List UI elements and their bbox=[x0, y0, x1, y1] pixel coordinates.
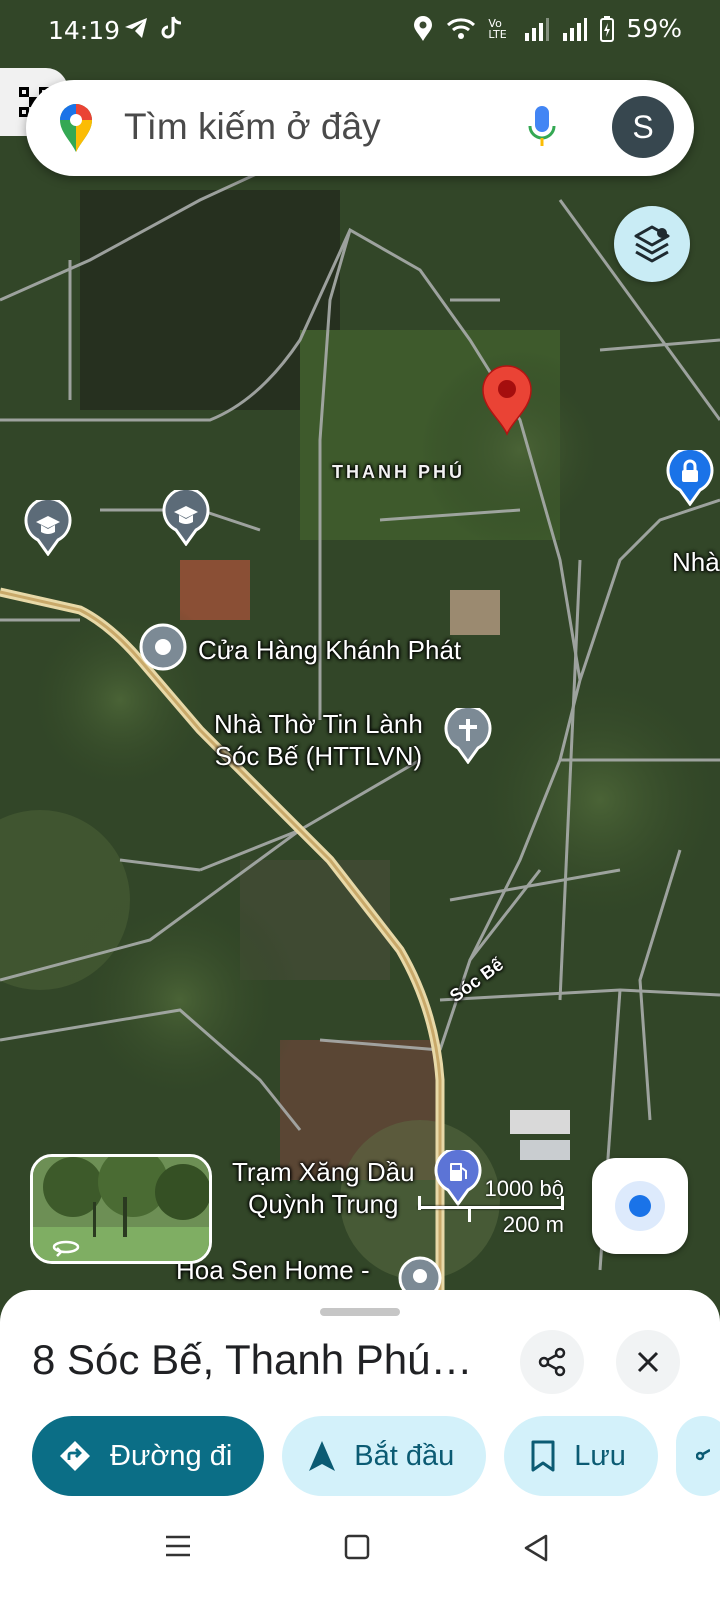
place-pin-icon[interactable] bbox=[396, 1254, 444, 1294]
poi-label-edge[interactable]: Nhà bbox=[672, 546, 720, 578]
search-bar[interactable]: Tìm kiếm ở đây S bbox=[26, 80, 694, 176]
wifi-icon bbox=[447, 17, 476, 39]
close-button[interactable] bbox=[616, 1330, 680, 1394]
status-time: 14:19 bbox=[48, 16, 121, 45]
tiktok-icon bbox=[161, 16, 182, 39]
poi-label-church[interactable]: Nhà Thờ Tin Lành Sóc Bế (HTTLVN) bbox=[214, 708, 423, 772]
location-icon bbox=[414, 15, 433, 41]
scale-tick bbox=[418, 1196, 421, 1210]
battery-icon bbox=[600, 15, 615, 42]
scale-meters-label: 200 m bbox=[502, 1212, 564, 1237]
status-notification-icons bbox=[122, 14, 184, 42]
navigation-arrow-icon bbox=[309, 1441, 336, 1471]
status-system-icons: Vo LTE 59% bbox=[412, 14, 682, 43]
directions-button[interactable]: Đường đi bbox=[32, 1416, 265, 1496]
share-icon bbox=[538, 1347, 566, 1377]
action-chips: Đường đi Bắt đầu Lưu bbox=[32, 1416, 720, 1496]
layers-icon bbox=[634, 225, 670, 263]
directions-label: Đường đi bbox=[110, 1439, 233, 1472]
recents-menu-icon[interactable] bbox=[164, 1534, 192, 1558]
google-maps-logo-icon bbox=[60, 104, 92, 152]
school-icon[interactable] bbox=[24, 500, 72, 556]
share-icon bbox=[695, 1448, 710, 1461]
church-icon[interactable] bbox=[444, 708, 492, 764]
street-view-thumbnail[interactable] bbox=[30, 1154, 212, 1264]
school-icon[interactable] bbox=[162, 490, 210, 546]
volte-indicator: Vo LTE bbox=[488, 16, 507, 41]
back-triangle-icon[interactable] bbox=[522, 1534, 550, 1562]
map-scale: 1000 bộ 200 m bbox=[418, 1176, 564, 1240]
account-avatar[interactable]: S bbox=[612, 96, 674, 158]
poi-label-gas-line1: Trạm Xăng Dầu bbox=[232, 1157, 415, 1187]
signal-icon bbox=[525, 17, 550, 41]
360-rotate-icon bbox=[52, 1240, 80, 1257]
home-square-icon[interactable] bbox=[344, 1534, 370, 1560]
telegram-icon bbox=[125, 18, 147, 38]
scale-bar bbox=[418, 1206, 564, 1209]
close-icon bbox=[637, 1351, 659, 1373]
battery-percent: 59% bbox=[626, 14, 682, 43]
layers-button[interactable] bbox=[614, 206, 690, 282]
more-action-button[interactable] bbox=[675, 1416, 720, 1496]
sheet-drag-handle[interactable] bbox=[320, 1308, 400, 1316]
start-label: Bắt đầu bbox=[354, 1439, 455, 1472]
scale-tick bbox=[468, 1206, 471, 1222]
lodging-icon[interactable] bbox=[666, 450, 714, 506]
save-label: Lưu bbox=[574, 1439, 626, 1472]
poi-label-shop[interactable]: Cửa Hàng Khánh Phát bbox=[198, 634, 461, 666]
shop-pin-icon[interactable] bbox=[138, 622, 188, 672]
area-label: THANH PHÚ bbox=[332, 462, 465, 482]
save-button[interactable]: Lưu bbox=[504, 1416, 658, 1496]
poi-label-gas-line2: Quỳnh Trung bbox=[248, 1189, 399, 1219]
poi-label-gas-station[interactable]: Trạm Xăng Dầu Quỳnh Trung bbox=[232, 1156, 415, 1220]
poi-label-home[interactable]: Hoa Sen Home - bbox=[176, 1254, 370, 1286]
start-button[interactable]: Bắt đầu bbox=[282, 1416, 487, 1496]
my-location-icon bbox=[629, 1195, 651, 1217]
place-title: 8 Sóc Bế, Thanh Phú… bbox=[32, 1336, 473, 1383]
my-location-button[interactable] bbox=[592, 1158, 688, 1254]
microphone-icon[interactable] bbox=[526, 104, 558, 152]
signal-icon bbox=[563, 17, 588, 41]
scale-feet-label: 1000 bộ bbox=[484, 1176, 564, 1201]
search-input[interactable]: Tìm kiếm ở đây bbox=[124, 106, 381, 148]
system-navigation-bar bbox=[0, 1502, 720, 1600]
directions-icon bbox=[60, 1441, 90, 1471]
selected-location-pin-icon[interactable] bbox=[481, 364, 533, 436]
poi-label-church-line1: Nhà Thờ Tin Lành bbox=[214, 709, 423, 739]
status-bar: 14:19 Vo LTE 59% bbox=[0, 0, 720, 64]
bookmark-icon bbox=[531, 1440, 555, 1472]
poi-label-church-line2: Sóc Bế (HTTLVN) bbox=[214, 741, 423, 771]
share-button[interactable] bbox=[520, 1330, 584, 1394]
scale-tick bbox=[561, 1196, 564, 1210]
